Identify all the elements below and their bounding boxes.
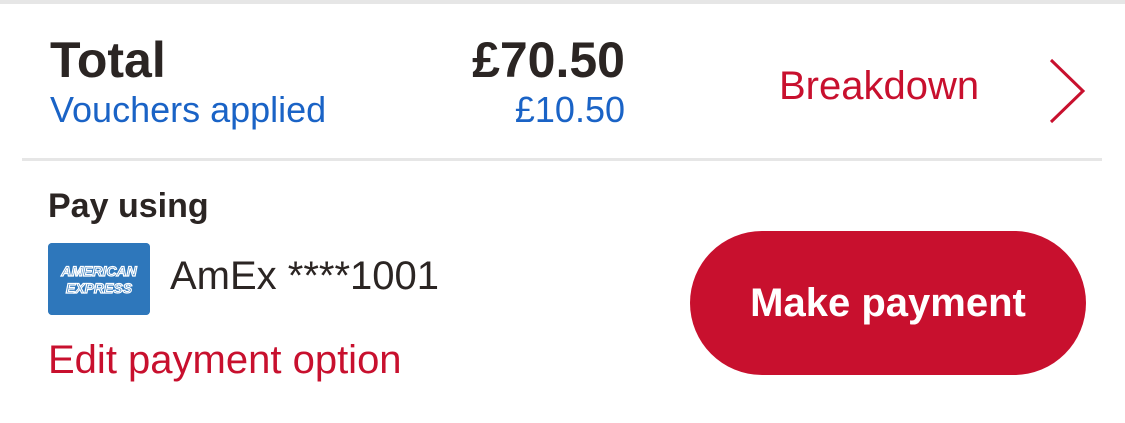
total-label: Total	[50, 32, 166, 88]
top-divider	[0, 0, 1125, 4]
amex-logo-line1: AMERICAN	[60, 263, 137, 279]
amex-logo-line2: EXPRESS	[66, 280, 133, 296]
chevron-right-icon	[1049, 58, 1086, 124]
section-divider	[22, 158, 1102, 161]
vouchers-amount: £10.50	[514, 89, 625, 130]
payment-summary-panel: Total £70.50 Vouchers applied £10.50 Bre…	[0, 0, 1125, 423]
pay-using-label: Pay using	[48, 187, 209, 225]
breakdown-label: Breakdown	[779, 64, 980, 108]
edit-payment-option-link[interactable]: Edit payment option	[48, 336, 402, 384]
total-amount: £70.50	[472, 32, 625, 88]
amex-card-logo: AMERICAN EXPRESS	[48, 243, 150, 315]
vouchers-applied-label: Vouchers applied	[50, 89, 327, 130]
selected-card-label: AmEx ****1001	[170, 254, 440, 298]
make-payment-button[interactable]: Make payment	[690, 231, 1086, 375]
breakdown-link[interactable]: Breakdown	[775, 56, 1095, 126]
